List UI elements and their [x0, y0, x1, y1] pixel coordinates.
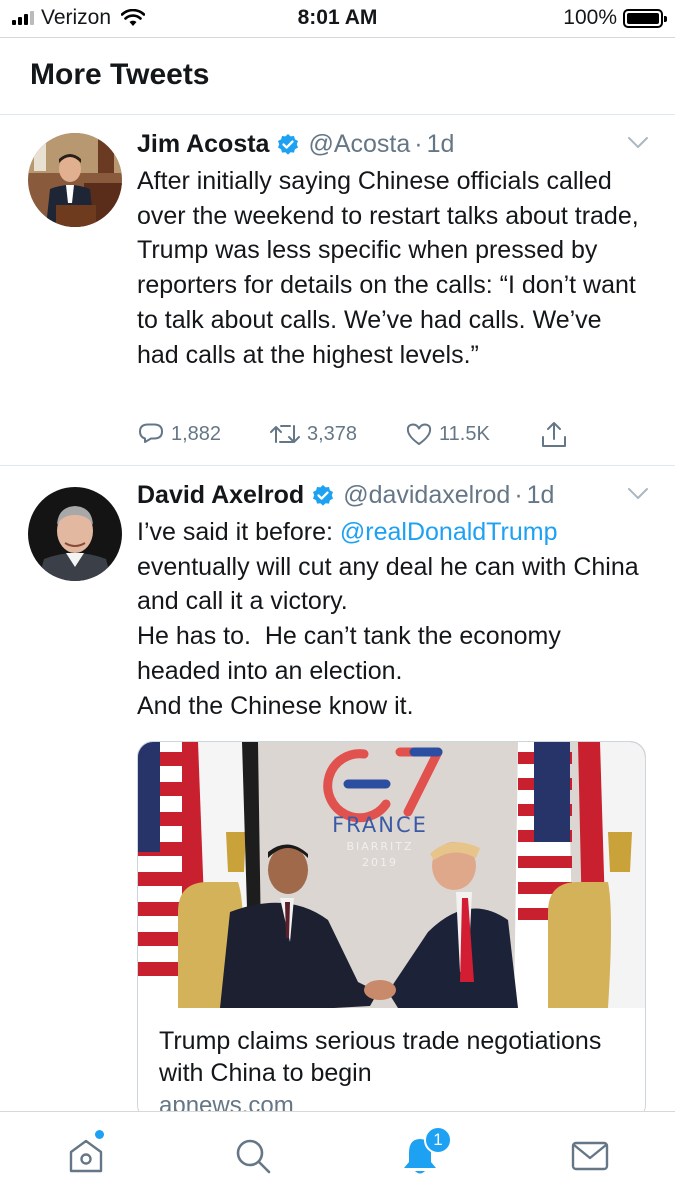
separator-dot: ·: [414, 130, 423, 158]
share-icon: [542, 422, 566, 447]
tweet-time[interactable]: 1d: [527, 481, 555, 510]
tweet-author-name[interactable]: David Axelrod: [137, 481, 304, 510]
separator-dot: ·: [514, 481, 523, 509]
tab-notifications[interactable]: 1: [396, 1126, 452, 1180]
tweet-text-intro: I’ve said it before:: [137, 518, 340, 546]
tweet-text: After initially saying Chinese officials…: [137, 167, 646, 369]
reply-icon: [139, 423, 163, 443]
tweet-time[interactable]: 1d: [427, 130, 455, 159]
tweet-handle[interactable]: @davidaxelrod: [343, 481, 510, 510]
card-image-text-city: BIARRITZ: [346, 840, 413, 853]
share-button[interactable]: [539, 420, 575, 450]
us-flag-left: [138, 742, 182, 1008]
tweet[interactable]: Jim Acosta @Acosta · 1d After initially …: [0, 116, 675, 466]
tab-messages[interactable]: [566, 1132, 614, 1180]
reply-count: 1,882: [171, 422, 222, 445]
tweet-header: Jim Acosta @Acosta · 1d: [137, 130, 454, 159]
mention-link[interactable]: @realDonaldTrump: [340, 518, 558, 546]
home-unread-dot: [95, 1130, 104, 1139]
notifications-badge: 1: [424, 1126, 452, 1154]
like-icon: [406, 423, 432, 445]
card-image-text-year: 2019: [362, 856, 398, 869]
retweet-icon: [270, 425, 300, 443]
tweet-actions: 1,882 3,378 11.5K: [137, 420, 577, 452]
reply-button[interactable]: 1,882: [137, 420, 221, 448]
caret-down-icon[interactable]: [627, 136, 649, 150]
battery-percent: 100%: [563, 6, 617, 29]
tweet-handle[interactable]: @Acosta: [308, 130, 410, 159]
card-image: FRANCE BIARRITZ 2019: [138, 742, 645, 1008]
verified-icon: [278, 133, 299, 155]
tweet-author-name[interactable]: Jim Acosta: [137, 130, 269, 159]
tweet-header: David Axelrod @davidaxelrod · 1d: [137, 481, 554, 510]
tweet-text-body: eventually will cut any deal he can with…: [137, 552, 639, 720]
page-title: More Tweets: [30, 58, 210, 91]
retweet-button[interactable]: 3,378: [269, 420, 357, 448]
like-count: 11.5K: [439, 422, 490, 445]
card-image-text-main: FRANCE: [332, 813, 428, 837]
link-card[interactable]: FRANCE BIARRITZ 2019 Trump claims seriou…: [137, 741, 646, 1121]
status-bar: Verizon 8:01 AM 100%: [0, 0, 675, 36]
status-right: 100%: [563, 6, 667, 30]
search-icon: [236, 1139, 271, 1174]
tab-search[interactable]: [229, 1132, 277, 1180]
like-button[interactable]: 11.5K: [405, 420, 490, 448]
battery-icon: [623, 8, 667, 28]
avatar[interactable]: [28, 487, 122, 581]
tab-bar: 1: [0, 1111, 675, 1200]
home-icon: [69, 1139, 103, 1173]
tab-home[interactable]: [62, 1130, 110, 1180]
messages-icon: [571, 1141, 609, 1171]
tweet-text: I’ve said it before: @realDonaldTrump ev…: [137, 515, 647, 723]
tweet[interactable]: David Axelrod @davidaxelrod · 1d I’ve sa…: [0, 467, 675, 1121]
card-title: Trump claims serious trade negotiations …: [159, 1027, 602, 1087]
verified-icon: [313, 484, 334, 506]
header: More Tweets: [0, 37, 675, 115]
avatar[interactable]: [28, 133, 122, 227]
caret-down-icon[interactable]: [627, 487, 649, 501]
retweet-count: 3,378: [307, 422, 358, 445]
